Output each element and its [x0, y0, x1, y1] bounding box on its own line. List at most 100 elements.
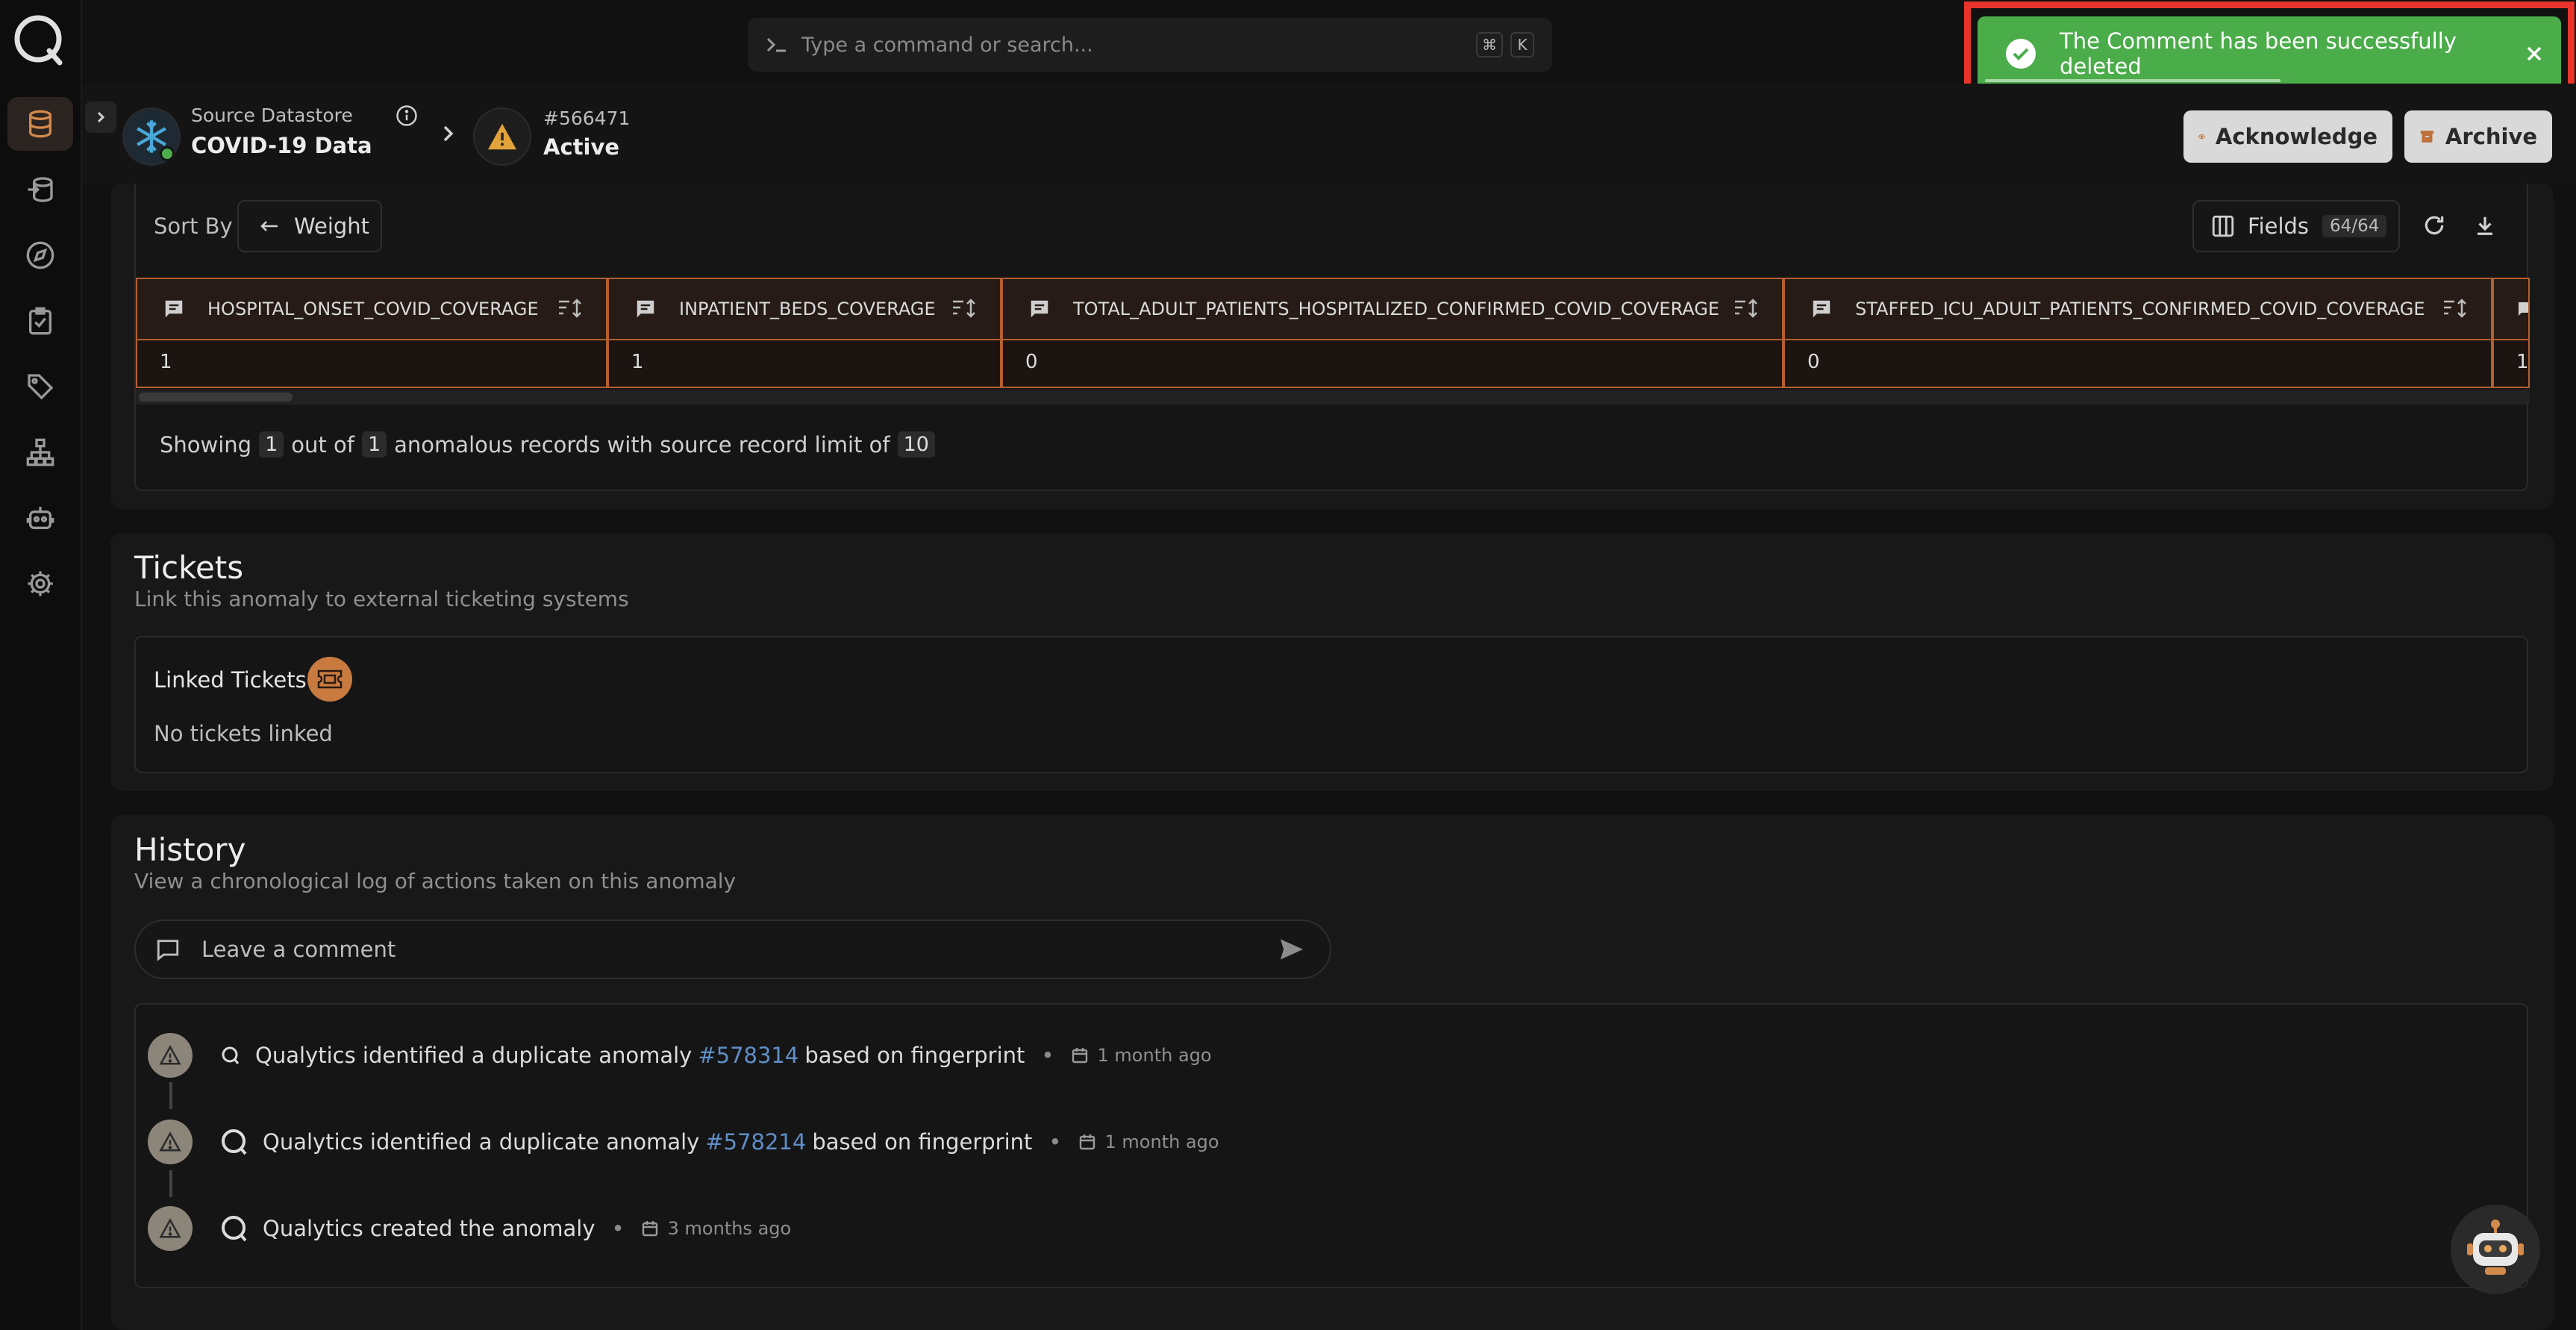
- sort-icon[interactable]: [2442, 298, 2469, 320]
- history-entry: Qualytics identified a duplicate anomaly…: [219, 1127, 1219, 1157]
- sort-icon[interactable]: [951, 298, 978, 320]
- table-cell: 1: [136, 340, 607, 388]
- history-time: 3 months ago: [667, 1218, 792, 1239]
- send-icon[interactable]: [1279, 938, 1304, 961]
- column-header-label: STAFFED_ICU_ADULT_PATIENTS_CONFIRMED_COV…: [1855, 299, 2425, 319]
- sort-icon[interactable]: [1733, 298, 1760, 320]
- qualytics-small-icon: [222, 1046, 240, 1064]
- table-cell: 0: [1001, 340, 1783, 388]
- history-warning-icon: [148, 1120, 193, 1164]
- command-search[interactable]: Type a command or search... ⌘ K: [748, 18, 1552, 72]
- timeline-connector: [169, 1170, 172, 1197]
- comment-icon: [1031, 300, 1048, 318]
- history-entry: Qualytics identified a duplicate anomaly…: [219, 1040, 1212, 1070]
- column-header-label: TOTAL_ADULT_PATIENTS_HOSPITALIZED_CONFIR…: [1073, 299, 1720, 319]
- horizontal-scrollbar[interactable]: [136, 390, 2530, 405]
- timeline-connector: [169, 1082, 172, 1109]
- anomaly-link[interactable]: #578314: [698, 1043, 798, 1068]
- scrollbar-thumb[interactable]: [139, 393, 293, 402]
- datastore-label: Source Datastore: [191, 104, 353, 126]
- nav-flows-icon[interactable]: [7, 425, 73, 479]
- comment-icon: [165, 300, 183, 318]
- comment-icon: [637, 300, 654, 318]
- history-subtitle: View a chronological log of actions take…: [134, 869, 737, 893]
- acknowledge-button[interactable]: Acknowledge: [2183, 110, 2392, 163]
- fields-count-badge: 64/64: [2322, 215, 2387, 237]
- anomaly-status: Active: [543, 134, 620, 160]
- column-header-label: INPATIENT_BEDS_COVERAGE: [679, 299, 936, 319]
- history-text-after: based on fingerprint: [812, 1129, 1033, 1155]
- tickets-subtitle: Link this anomaly to external ticketing …: [134, 587, 629, 611]
- shortcut-cmd-key: ⌘: [1476, 32, 1503, 57]
- nav-settings-icon[interactable]: [7, 557, 73, 611]
- table-cell: 0: [1783, 340, 2492, 388]
- anomaly-header: Source Datastore COVID-19 Data #566471 A…: [82, 84, 2576, 184]
- anomaly-id: #566471: [543, 107, 631, 129]
- connection-status-dot: [160, 146, 175, 161]
- column-header[interactable]: HOSPITAL_ONSET_COVID_COVERAGE: [136, 278, 607, 340]
- showing-count: 1: [259, 431, 284, 458]
- eye-icon: [2198, 134, 2205, 140]
- info-icon[interactable]: [396, 104, 418, 127]
- close-icon[interactable]: [2524, 43, 2545, 64]
- history-time: 1 month ago: [1097, 1045, 1212, 1066]
- nav-checks-icon[interactable]: [7, 294, 73, 348]
- anomaly-link[interactable]: #578214: [705, 1129, 806, 1155]
- chat-bubble-icon: [157, 940, 179, 961]
- column-header[interactable]: TOTAL_ADULT_PATIENTS_HOSPITALIZED_CONFIR…: [1001, 278, 1783, 340]
- nav-explore-icon[interactable]: [7, 228, 73, 282]
- sort-icon[interactable]: [557, 298, 584, 320]
- warning-icon: [473, 107, 531, 166]
- sort-by-label: Sort By: [154, 213, 233, 239]
- linked-tickets-label: Linked Tickets: [154, 667, 307, 693]
- comment-icon: [2519, 302, 2528, 316]
- columns-icon: [2212, 215, 2234, 237]
- success-toast: The Comment has been successfully delete…: [1978, 16, 2561, 91]
- shortcut-k-key: K: [1510, 32, 1534, 57]
- nav-datastores-icon[interactable]: [7, 97, 73, 151]
- history-entry: Qualytics created the anomaly • 3 months…: [219, 1214, 791, 1243]
- showing-suffix: anomalous records with source record lim…: [394, 431, 890, 458]
- comment-placeholder: Leave a comment: [201, 937, 396, 962]
- fields-button[interactable]: Fields 64/64: [2192, 200, 2400, 252]
- records-summary: Showing 1 out of 1 anomalous records wit…: [160, 431, 942, 458]
- history-title: History: [134, 831, 246, 868]
- no-tickets-text: No tickets linked: [154, 721, 333, 746]
- datastore-name[interactable]: COVID-19 Data: [191, 133, 372, 158]
- calendar-icon: [1079, 1134, 1095, 1150]
- sort-value: Weight: [294, 213, 370, 239]
- comment-input[interactable]: Leave a comment: [134, 920, 1331, 979]
- nav-tags-icon[interactable]: [7, 360, 73, 413]
- nav-enrichment-icon[interactable]: [7, 163, 73, 216]
- history-text: Qualytics identified a duplicate anomaly: [255, 1043, 693, 1068]
- acknowledge-label: Acknowledge: [2215, 124, 2378, 149]
- calendar-icon: [1072, 1048, 1087, 1064]
- history-time: 1 month ago: [1104, 1131, 1219, 1152]
- command-search-placeholder: Type a command or search...: [801, 33, 1093, 57]
- nav-agent-icon[interactable]: [7, 491, 73, 545]
- history-text: Qualytics created the anomaly: [263, 1216, 595, 1241]
- breadcrumb-chevron-icon: [440, 124, 457, 143]
- archive-label: Archive: [2445, 124, 2537, 149]
- showing-mid: out of: [291, 431, 354, 458]
- column-header[interactable]: STAFFED_ICU_ADULT_PATIENTS_CONFIRMED_COV…: [1783, 278, 2492, 340]
- left-rail: [0, 0, 82, 1330]
- refresh-icon[interactable]: [2415, 206, 2454, 245]
- showing-prefix: Showing: [160, 431, 252, 458]
- download-icon[interactable]: [2466, 206, 2504, 245]
- expand-sidebar-button[interactable]: [85, 102, 116, 133]
- linked-tickets-card: [134, 636, 2528, 773]
- calendar-icon: [642, 1221, 657, 1237]
- comment-icon: [1813, 300, 1831, 318]
- ticket-icon[interactable]: [307, 657, 352, 702]
- sort-weight-button[interactable]: Weight: [237, 200, 382, 252]
- qualytics-small-icon: [222, 1216, 247, 1242]
- qualytics-logo[interactable]: [10, 12, 66, 67]
- history-warning-icon: [148, 1206, 193, 1251]
- assistant-bot-button[interactable]: [2451, 1205, 2540, 1294]
- column-header[interactable]: INPATIENT_BEDS_COVERAGE: [607, 278, 1001, 340]
- table-cell: 1: [2492, 340, 2530, 388]
- archive-button[interactable]: Archive: [2404, 110, 2552, 163]
- robot-icon: [2467, 1220, 2524, 1275]
- column-header[interactable]: [2492, 278, 2530, 340]
